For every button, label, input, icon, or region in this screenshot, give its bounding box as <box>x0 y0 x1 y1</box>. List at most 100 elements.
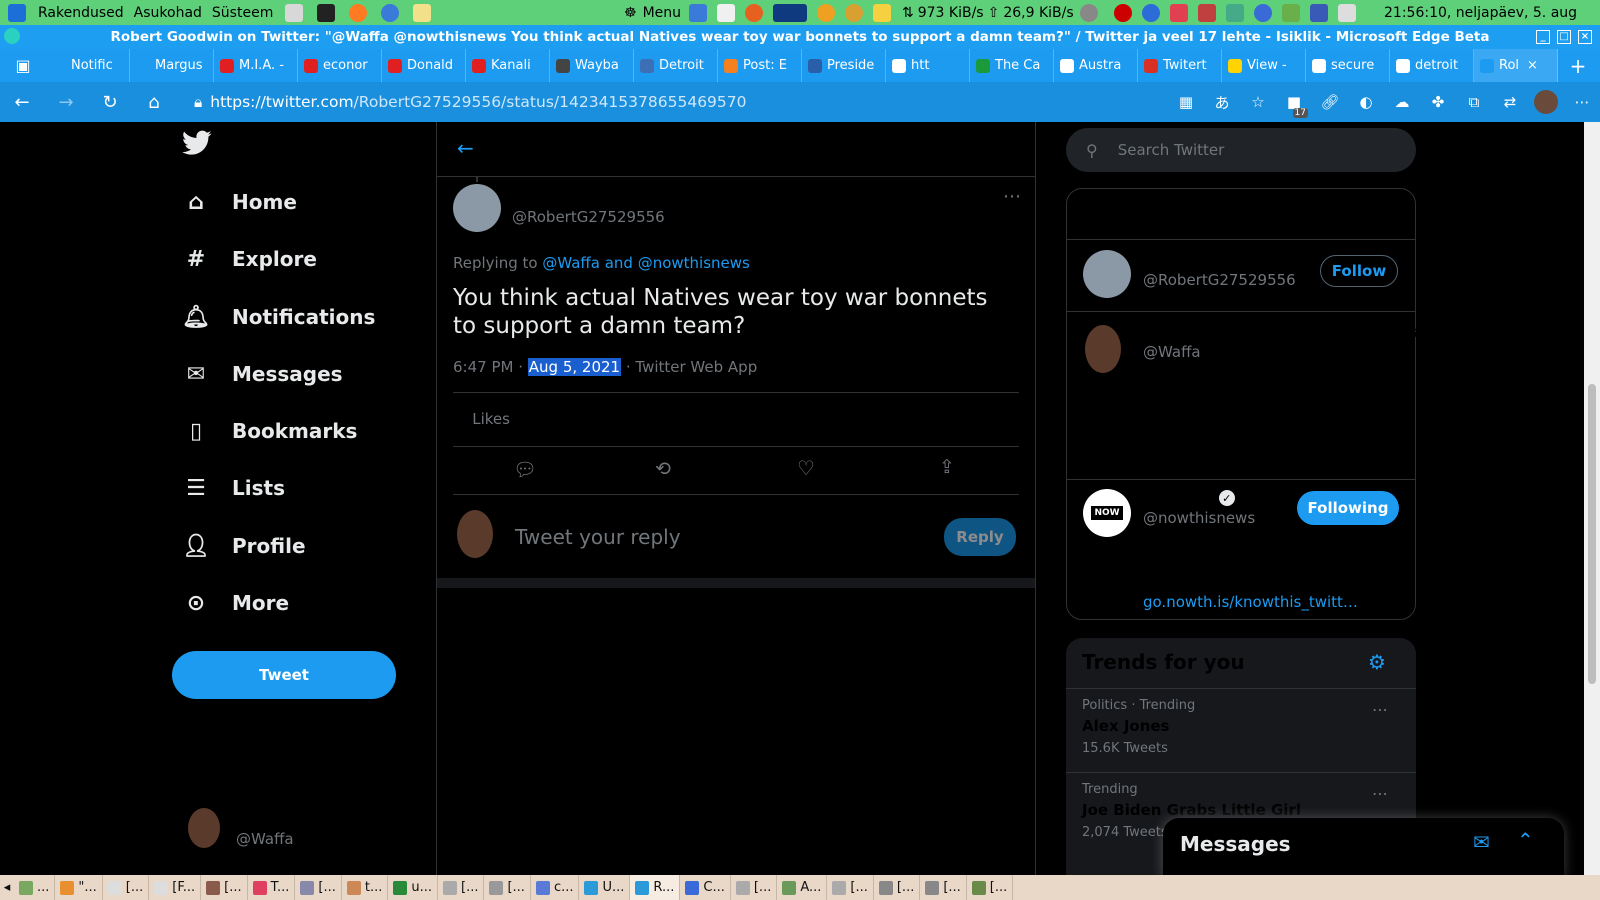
terminal-icon[interactable] <box>317 3 336 22</box>
new-tab-icon[interactable]: + <box>1558 49 1598 82</box>
taskbar-item[interactable]: u... <box>388 875 438 900</box>
volume-icon[interactable] <box>1079 3 1098 22</box>
tweet-date[interactable]: Aug 5, 2021 <box>527 358 622 376</box>
home-icon[interactable]: ⌂ <box>132 82 176 122</box>
like-icon[interactable]: ♡ <box>797 456 815 480</box>
taskbar-item[interactable]: c... <box>531 875 580 900</box>
nav-bookmarks[interactable]: ▯ Bookmarks <box>182 417 358 445</box>
account-avatar[interactable] <box>188 808 220 848</box>
nav-lists[interactable]: ☰ Lists <box>182 474 285 502</box>
share-icon[interactable]: ⇄ <box>1492 82 1528 122</box>
extension-badge[interactable]: ■ 17 <box>1276 82 1312 122</box>
taskbar-item[interactable]: T... <box>248 875 296 900</box>
browser-tab[interactable]: Donald <box>382 49 466 82</box>
browser-tab[interactable]: econor <box>298 49 382 82</box>
tweet-more-icon[interactable]: ⋯ <box>1003 186 1021 207</box>
person2-handle[interactable]: @Waffa <box>1143 343 1201 361</box>
reply-icon[interactable]: 💬︎ <box>513 458 537 481</box>
lock-icon[interactable]: 🔒︎ <box>194 93 202 112</box>
refresh-icon[interactable]: ↻ <box>88 82 132 122</box>
person1-handle[interactable]: @RobertG27529556 <box>1143 271 1296 289</box>
taskbar-item[interactable]: U... <box>579 875 631 900</box>
browser-tab[interactable]: View - <box>1222 49 1306 82</box>
forward-icon[interactable]: → <box>44 82 88 122</box>
person1-avatar[interactable] <box>1083 250 1131 298</box>
nav-explore[interactable]: # Explore <box>182 245 317 273</box>
author-name[interactable]: Robert Goodwin <box>512 188 648 206</box>
browser-tab[interactable]: Detroit <box>634 49 718 82</box>
account-more-icon[interactable]: ⋯ <box>392 814 410 835</box>
retweet-icon[interactable]: ⟲ <box>655 458 671 480</box>
replying-to-link[interactable]: @Waffa and @nowthisnews <box>542 254 750 272</box>
file-manager-icon[interactable] <box>285 3 304 22</box>
browser-tab[interactable]: Austra <box>1054 49 1138 82</box>
person2-avatar[interactable] <box>1085 325 1121 373</box>
url-field[interactable]: 🔒︎ https://twitter.com/RobertG27529556/s… <box>184 87 1168 117</box>
clipboard-icon[interactable] <box>1338 3 1356 22</box>
taskbar-item[interactable]: [... <box>295 875 342 900</box>
taskbar-item[interactable]: C... <box>680 875 731 900</box>
person3-handle[interactable]: @nowthisnews <box>1143 509 1255 527</box>
browser-tab[interactable]: Rol × <box>1474 49 1558 82</box>
browser-tab[interactable]: htt <box>886 49 970 82</box>
taskbar-item[interactable]: [... <box>827 875 874 900</box>
reply-input[interactable]: Tweet your reply <box>515 525 681 549</box>
browser-tab[interactable]: M.I.A. - <box>214 49 298 82</box>
close-window-icon[interactable]: × <box>1578 30 1592 44</box>
clock[interactable]: 21:56:10, neljapäev, 5. aug <box>1384 5 1577 21</box>
page-scrollbar[interactable] <box>1584 122 1600 875</box>
browser-tab[interactable]: Notific <box>46 49 130 82</box>
new-message-icon[interactable]: ✉ <box>1473 830 1490 854</box>
taskbar-item[interactable]: [... <box>438 875 485 900</box>
taskbar-item[interactable]: t... <box>342 875 389 900</box>
person2-name[interactable]: Margus Waffa Meigo.:.Tikkun Olam: <box>1143 323 1445 341</box>
tweet-time[interactable]: 6:47 PM · <box>453 358 523 376</box>
taskbar-item[interactable]: [... <box>201 875 248 900</box>
translate-icon[interactable]: あ <box>1204 82 1240 122</box>
profile-avatar[interactable] <box>1528 82 1564 122</box>
taskbar-item[interactable]: A... <box>777 875 828 900</box>
nav-messages[interactable]: ✉ Messages <box>182 360 343 388</box>
taskbar-item[interactable]: [F... <box>149 875 202 900</box>
author-handle[interactable]: @RobertG27529556 <box>512 208 665 226</box>
cloud-icon[interactable]: ☁ <box>1384 82 1420 122</box>
browser-tab[interactable]: The Ca <box>970 49 1054 82</box>
scrollbar-thumb[interactable] <box>1588 384 1596 684</box>
nav-profile[interactable]: 👤︎ Profile <box>182 532 305 560</box>
firefox-icon[interactable] <box>349 3 368 22</box>
twitter-logo-icon[interactable] <box>182 130 212 160</box>
minimize-icon[interactable]: _ <box>1536 30 1550 44</box>
package-icon[interactable] <box>1170 3 1188 22</box>
taskbar-item[interactable]: R... <box>630 875 681 900</box>
taskbar-item[interactable]: [... <box>484 875 531 900</box>
qbittorrent-icon[interactable] <box>1254 3 1272 22</box>
tab-actions-icon[interactable]: ▣ <box>0 49 46 82</box>
tweet-source[interactable]: · Twitter Web App <box>626 358 757 376</box>
browser-tab[interactable]: Margus <box>130 49 214 82</box>
follow-button[interactable]: Follow <box>1320 255 1398 287</box>
nowthis-avatar[interactable]: NOW <box>1083 489 1131 537</box>
back-icon[interactable]: ← <box>0 82 44 122</box>
close-tab-icon[interactable]: × <box>1527 58 1538 73</box>
author-avatar[interactable] <box>453 184 501 232</box>
favorite-icon[interactable]: ☆ <box>1240 82 1276 122</box>
taskbar-item[interactable]: [... <box>731 875 778 900</box>
calendar-icon[interactable] <box>1198 3 1216 22</box>
share-icon[interactable]: ⇪ <box>939 456 955 478</box>
checkbox-icon[interactable] <box>689 3 708 22</box>
person3-bio-link[interactable]: go.nowth.is/knowthis_twitt… <box>1143 593 1358 611</box>
record-icon[interactable] <box>1114 3 1132 22</box>
trend-more-icon[interactable]: ⋯ <box>1372 784 1388 803</box>
taskbar-item[interactable]: "... <box>55 875 103 900</box>
messages-drawer[interactable]: Messages ✉ ⌃ <box>1163 818 1564 878</box>
extensions-puzzle-icon[interactable]: ✤ <box>1420 82 1456 122</box>
grid-icon[interactable] <box>1226 3 1244 22</box>
browser-tab[interactable]: Kanali <box>466 49 550 82</box>
taskbar-item[interactable]: [... <box>967 875 1014 900</box>
search-input[interactable]: Search Twitter <box>1118 141 1225 159</box>
person1-name[interactable]: Robert Goodwin <box>1143 251 1279 269</box>
fedora-logo-icon[interactable] <box>8 3 26 22</box>
browser-tab[interactable]: secure <box>1306 49 1390 82</box>
taskbar-item[interactable]: [... <box>103 875 150 900</box>
browser-tab[interactable]: Post: E <box>718 49 802 82</box>
